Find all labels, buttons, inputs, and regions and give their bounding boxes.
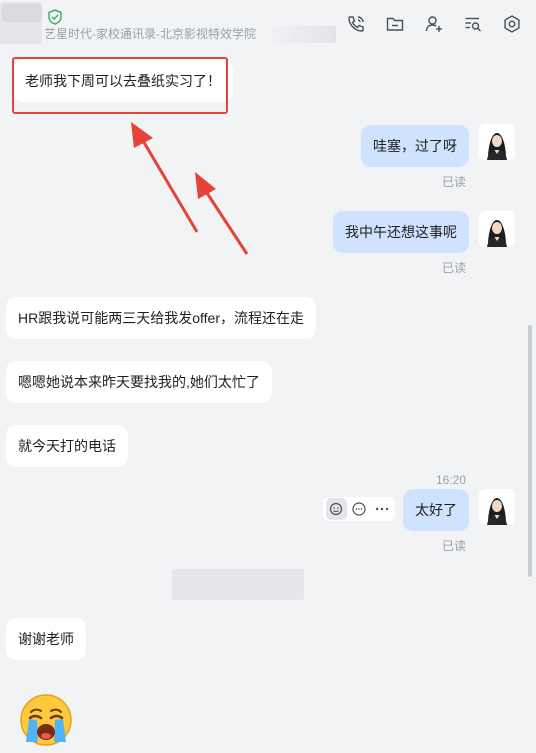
add-user-icon[interactable] (424, 14, 444, 34)
more-dots-icon (375, 507, 388, 511)
message-bubble-outgoing[interactable]: 哇塞，过了呀 (361, 125, 469, 167)
message-action-bar (323, 497, 395, 521)
message-timestamp: 16:20 (436, 473, 467, 487)
chat-header: 艺星时代-家校通讯录-北京影视特效学院 (0, 0, 536, 50)
message-bubble-incoming[interactable]: 就今天打的电话 (6, 425, 128, 467)
chat-scrollbar[interactable] (528, 325, 532, 577)
person-photo-icon (479, 211, 515, 247)
user-avatar[interactable] (479, 211, 515, 247)
folder-icon[interactable] (385, 14, 405, 34)
annotation-arrow (195, 172, 249, 255)
message-bubble-outgoing[interactable]: 我中午还想这事呢 (333, 211, 469, 253)
message-bubble-incoming[interactable]: 谢谢老师 (6, 618, 86, 660)
blurred-system-notice (172, 569, 304, 600)
chat-name-blurred (2, 4, 42, 22)
phone-icon[interactable] (346, 14, 366, 34)
emoji-add-icon (330, 502, 343, 516)
search-list-icon[interactable] (463, 14, 483, 34)
read-status: 已读 (442, 261, 467, 275)
verified-shield-icon (48, 9, 62, 25)
read-status: 已读 (442, 539, 467, 553)
crying-emoji-sticker[interactable] (18, 692, 74, 748)
settings-icon[interactable] (502, 14, 522, 34)
header-toolbar (346, 14, 522, 34)
user-avatar[interactable] (479, 124, 515, 160)
quote-reply-button[interactable] (349, 498, 370, 520)
person-photo-icon (479, 124, 515, 160)
user-avatar[interactable] (479, 489, 515, 525)
annotation-arrow (131, 122, 199, 233)
person-photo-icon (479, 489, 515, 525)
read-status: 已读 (442, 175, 467, 189)
sticker-reply-button[interactable] (326, 498, 347, 520)
chat-bubble-icon (352, 502, 366, 516)
chat-subtitle: 艺星时代-家校通讯录-北京影视特效学院 (44, 26, 336, 43)
annotation-highlight-box (12, 57, 228, 114)
message-bubble-incoming[interactable]: 嗯嗯她说本来昨天要找我的,她们太忙了 (6, 361, 272, 403)
more-actions-button[interactable] (371, 498, 392, 520)
message-bubble-incoming[interactable]: HR跟我说可能两三天给我发offer，流程还在走 (6, 297, 316, 339)
message-bubble-outgoing[interactable]: 太好了 (403, 489, 469, 531)
